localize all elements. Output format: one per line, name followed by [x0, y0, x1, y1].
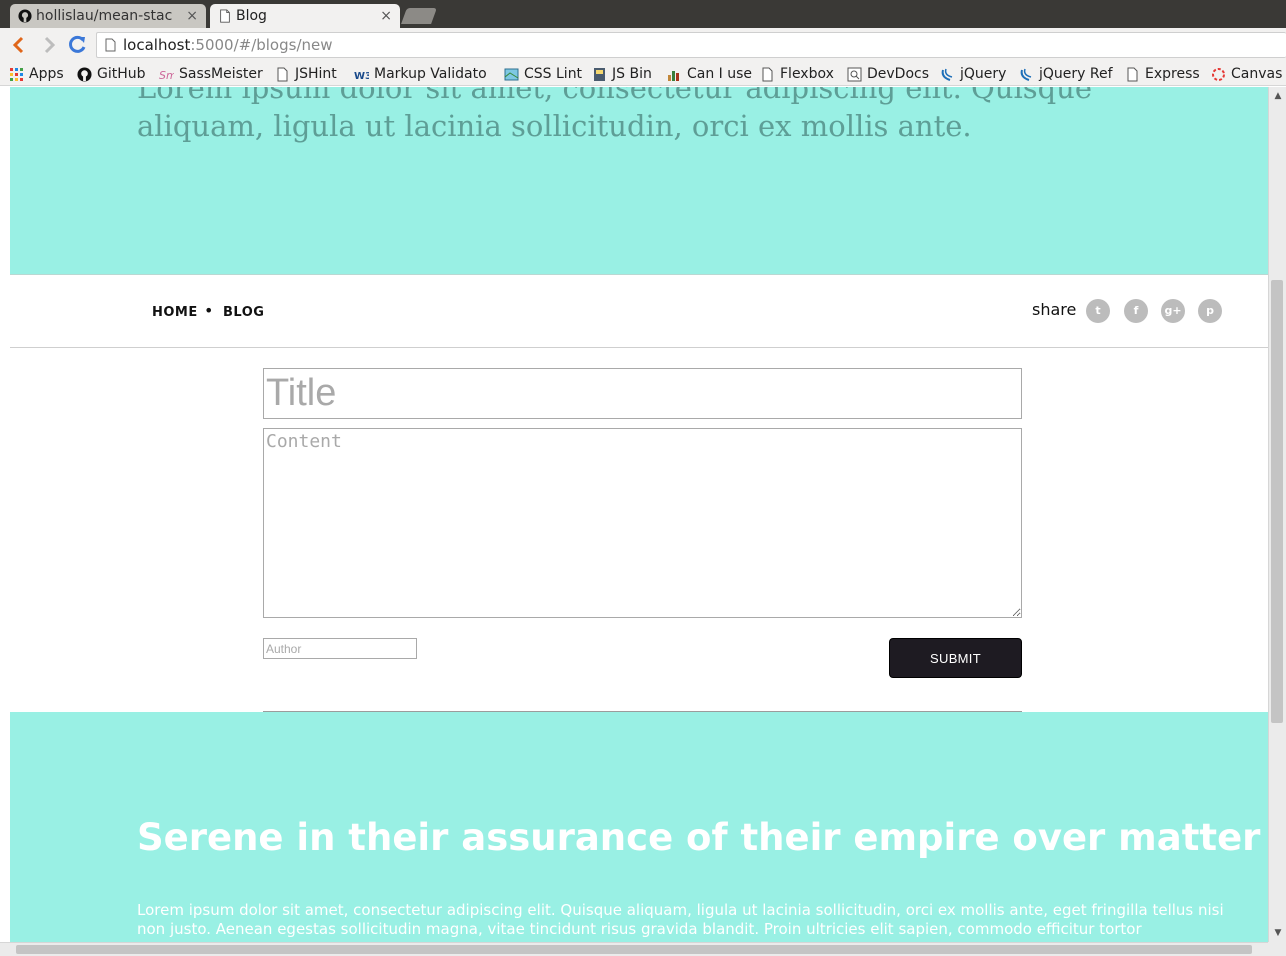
github-icon	[18, 9, 32, 23]
tab-github[interactable]: hollislau/mean-stac ×	[10, 4, 206, 28]
footer-section: Serene in their assurance of their empir…	[10, 712, 1268, 942]
github-icon	[77, 67, 92, 82]
nav-separator: •	[204, 301, 214, 320]
title-input[interactable]	[263, 368, 1022, 419]
back-button[interactable]	[8, 34, 30, 56]
nav-link-blog[interactable]: BLOG	[223, 305, 264, 320]
bookmark-jshint[interactable]: JSHint	[275, 64, 337, 84]
vertical-scrollbar[interactable]: ▲ ▼	[1268, 87, 1286, 942]
page-icon	[220, 9, 230, 23]
tab-title: Blog	[236, 8, 267, 24]
bookmarks-bar: Apps GitHub Sm SassMeister JSHint W3 Mar…	[0, 62, 1286, 86]
bookmark-label: DevDocs	[867, 66, 930, 82]
bookmark-label: Apps	[29, 66, 64, 82]
apps-grid-icon	[10, 68, 23, 81]
bookmark-label: Markup Validato	[374, 66, 487, 82]
bookmark-label: JS Bin	[612, 66, 652, 82]
page-icon	[277, 67, 288, 82]
nav-link-home[interactable]: HOME	[152, 305, 198, 320]
bookmark-jquery-ref[interactable]: jQuery Ref	[1019, 64, 1113, 84]
svg-text:W3: W3	[354, 71, 369, 82]
bookmark-label: Flexbox	[780, 66, 834, 82]
page-icon	[105, 38, 116, 52]
jquery-icon	[941, 68, 953, 81]
caniuse-icon	[668, 71, 679, 81]
close-icon[interactable]: ×	[186, 4, 198, 28]
bookmark-github[interactable]: GitHub	[77, 64, 146, 84]
close-icon[interactable]: ×	[380, 4, 392, 28]
bookmark-jsbin[interactable]: JS Bin	[592, 64, 652, 84]
csslint-icon	[504, 68, 519, 81]
footer-heading: Serene in their assurance of their empir…	[137, 816, 1261, 859]
scroll-down-arrow-icon[interactable]: ▼	[1273, 928, 1283, 938]
vertical-scroll-thumb[interactable]	[1271, 280, 1283, 723]
submit-button[interactable]: SUBMIT	[889, 638, 1022, 678]
browser-toolbar: localhost:5000/#/blogs/new	[0, 28, 1286, 62]
devdocs-icon	[847, 67, 862, 82]
footer-body: Lorem ipsum dolor sit amet, consectetur …	[137, 901, 1224, 938]
address-bar[interactable]: localhost:5000/#/blogs/new	[96, 32, 1286, 58]
page-icon	[762, 67, 773, 82]
reload-icon	[69, 35, 86, 53]
bookmark-apps[interactable]: Apps	[9, 64, 64, 84]
pinterest-icon[interactable]: p	[1198, 299, 1222, 323]
bookmark-markup-validator[interactable]: W3 Markup Validato	[354, 64, 487, 84]
browser-tabstrip: hollislau/mean-stac × Blog ×	[0, 0, 1286, 28]
bookmark-label: CSS Lint	[524, 66, 583, 82]
bookmark-label: Can I use	[687, 66, 753, 82]
bookmark-label: jQuery Ref	[1039, 66, 1113, 82]
canvas-icon	[1212, 68, 1225, 81]
hero-section: Lorem ipsum dolor sit amet, consectetur …	[10, 87, 1268, 275]
horizontal-scroll-thumb[interactable]	[16, 945, 1252, 954]
content-textarea[interactable]	[263, 428, 1022, 618]
new-tab-button[interactable]	[401, 8, 437, 24]
jsbin-icon	[594, 68, 605, 81]
page-icon	[1127, 67, 1138, 82]
url-path: :5000/#/blogs/new	[190, 36, 333, 54]
bookmark-label: Canvas	[1231, 66, 1283, 82]
bookmark-caniuse[interactable]: Can I use	[667, 64, 752, 84]
share-label: share	[1032, 300, 1077, 319]
bookmark-canvas[interactable]: Canvas	[1211, 64, 1282, 84]
twitter-icon[interactable]: t	[1086, 299, 1110, 323]
viewport-left-margin	[0, 87, 10, 942]
forward-arrow-icon	[44, 36, 56, 54]
sassmeister-icon: Sm	[159, 69, 174, 82]
horizontal-scrollbar[interactable]	[0, 942, 1268, 956]
tab-title: hollislau/mean-stac	[36, 8, 173, 24]
back-arrow-icon	[12, 36, 24, 54]
bookmark-csslint[interactable]: CSS Lint	[504, 64, 582, 84]
author-input[interactable]	[263, 638, 417, 659]
url-host: localhost	[123, 36, 191, 54]
svg-text:Sm: Sm	[159, 69, 174, 82]
url-text: localhost:5000/#/blogs/new	[123, 36, 333, 54]
forward-button[interactable]	[38, 34, 60, 56]
reload-button[interactable]	[66, 34, 88, 56]
bookmark-label: GitHub	[97, 66, 146, 82]
bookmark-label: JSHint	[295, 66, 337, 82]
scroll-up-arrow-icon[interactable]: ▲	[1273, 91, 1283, 101]
google-plus-icon[interactable]: g+	[1161, 299, 1185, 323]
tab-blog[interactable]: Blog ×	[210, 4, 400, 28]
facebook-icon[interactable]: f	[1124, 299, 1148, 323]
page-viewport: Lorem ipsum dolor sit amet, consectetur …	[10, 87, 1268, 942]
bookmark-jquery[interactable]: jQuery	[940, 64, 1006, 84]
scrollbar-corner	[1268, 942, 1286, 956]
bookmark-express[interactable]: Express	[1125, 64, 1200, 84]
site-nav: HOME • BLOG share t f g+ p	[10, 275, 1268, 348]
w3c-icon: W3	[354, 71, 369, 82]
bookmark-devdocs[interactable]: DevDocs	[847, 64, 929, 84]
bookmark-label: Express	[1145, 66, 1200, 82]
bookmark-label: SassMeister	[179, 66, 263, 82]
hero-text: Lorem ipsum dolor sit amet, consectetur …	[137, 87, 1093, 143]
jquery-icon	[1020, 68, 1032, 81]
bookmark-label: jQuery	[960, 66, 1007, 82]
bookmark-flexbox[interactable]: Flexbox	[760, 64, 834, 84]
bookmark-sassmeister[interactable]: Sm SassMeister	[159, 64, 263, 84]
